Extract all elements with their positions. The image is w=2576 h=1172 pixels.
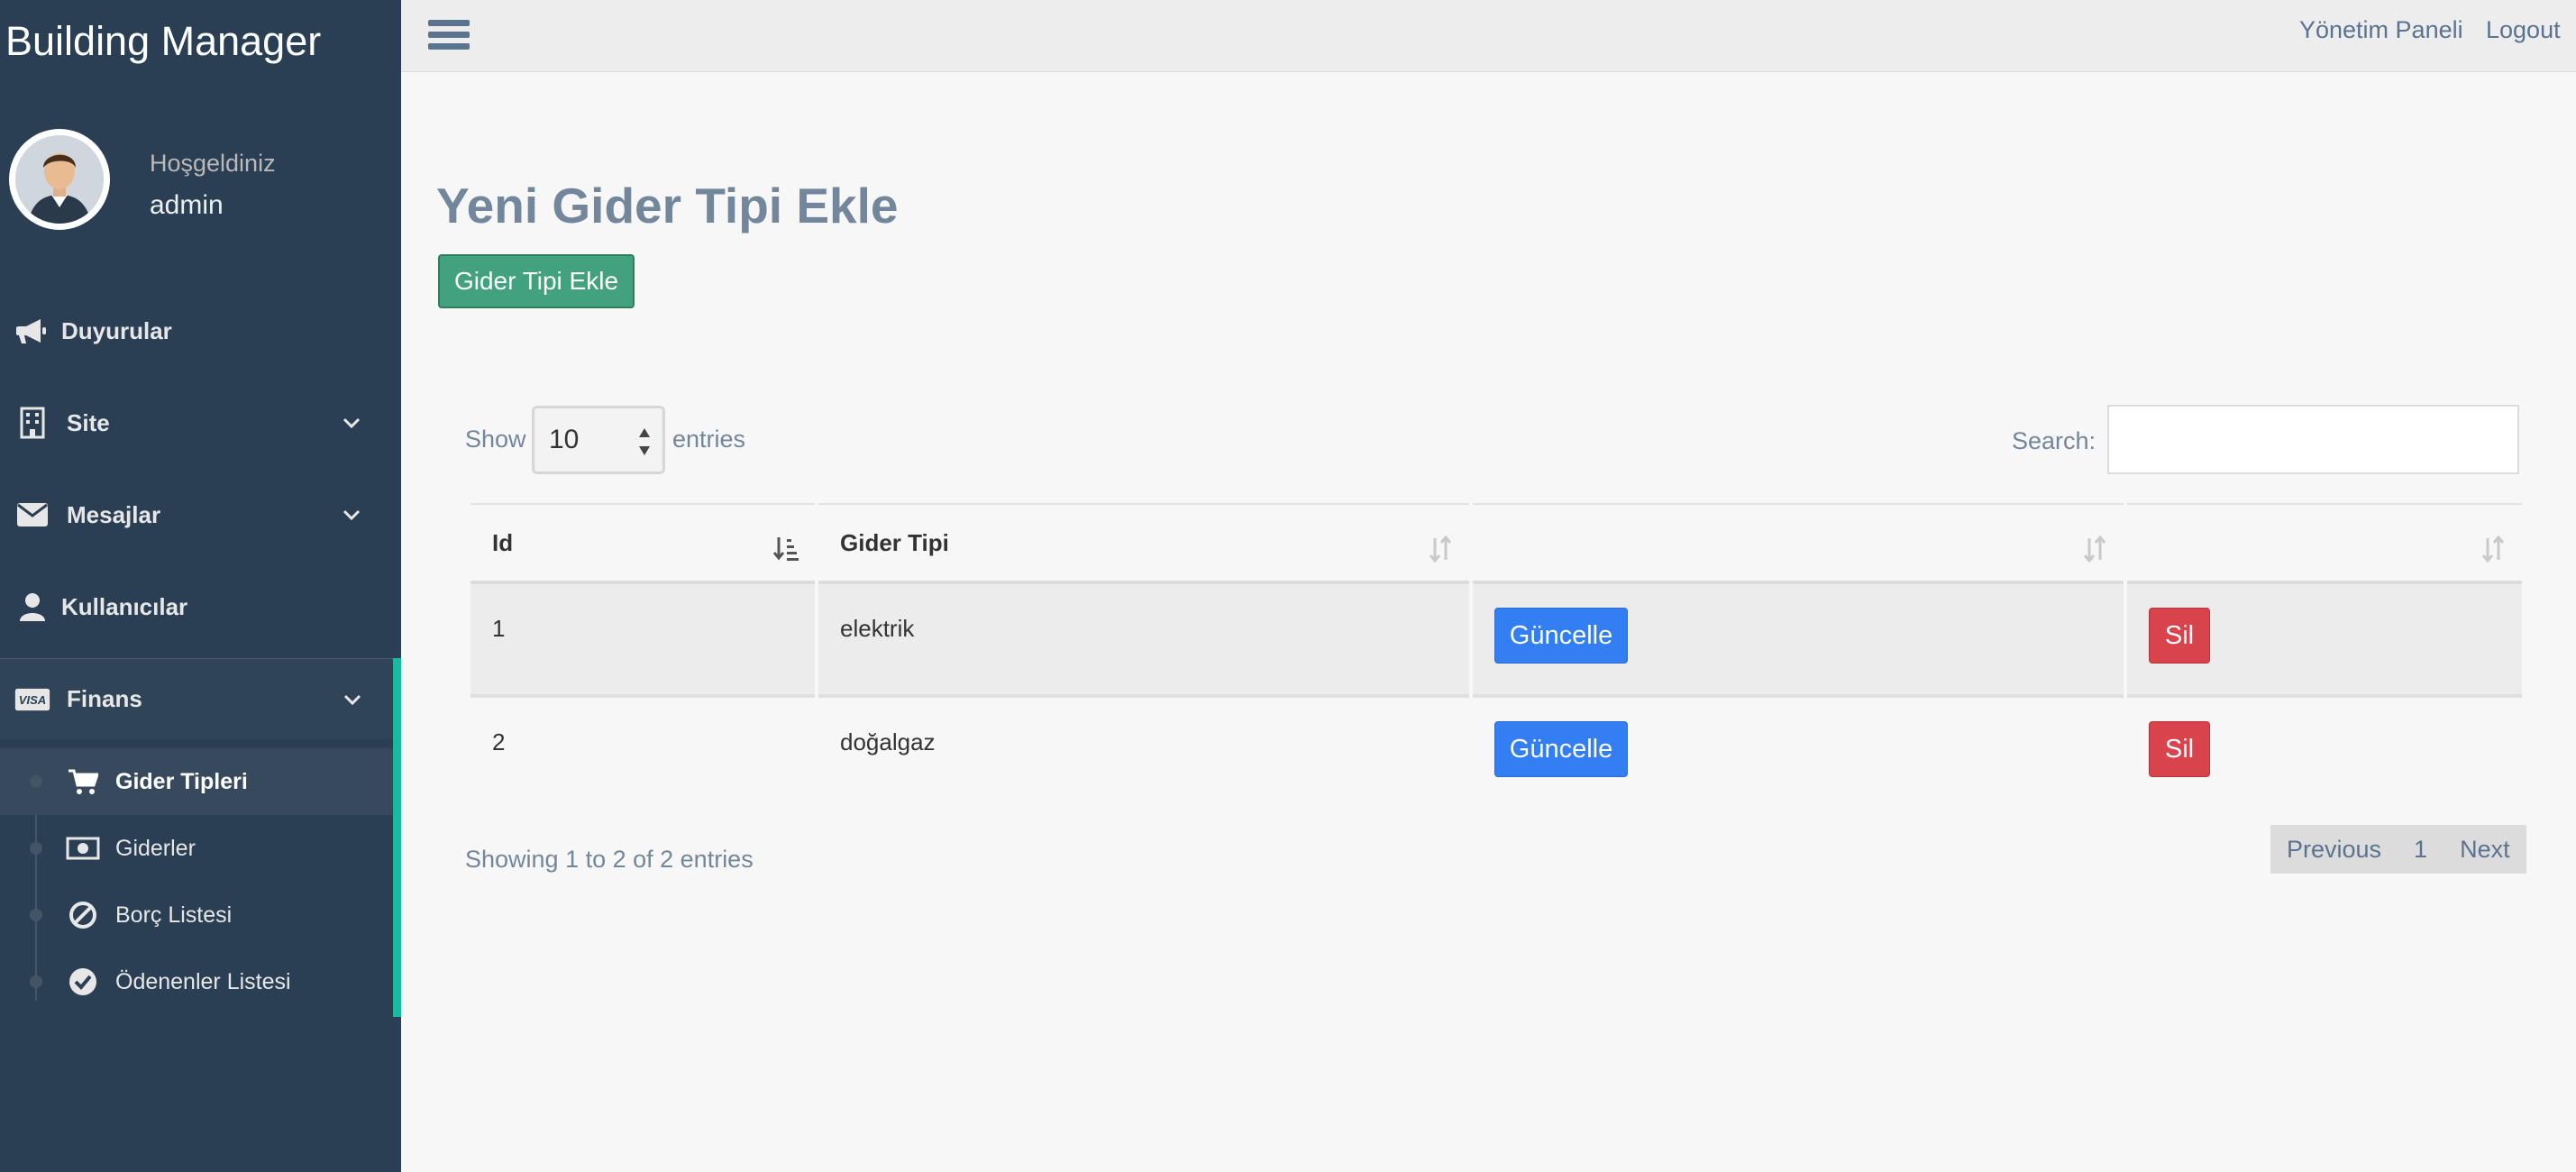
bullet-dot	[30, 775, 42, 788]
active-indicator	[393, 658, 401, 1017]
sidebar: Building Manager Hoşgeldiniz admin Duyur…	[0, 0, 401, 1172]
brand-title[interactable]: Building Manager	[5, 18, 321, 65]
bullhorn-icon	[14, 313, 50, 349]
check-circle-icon	[65, 964, 101, 1000]
sidebar-item-site[interactable]: Site	[0, 382, 401, 463]
cell-update: Güncelle	[1473, 584, 2124, 698]
cell-delete: Sil	[2127, 584, 2522, 698]
pagination-previous[interactable]: Previous	[2270, 825, 2398, 874]
sidebar-subitem-label: Borç Listesi	[115, 902, 233, 928]
cell-update: Güncelle	[1473, 698, 2124, 811]
column-header-label: Gider Tipi	[840, 528, 949, 556]
delete-button[interactable]: Sil	[2149, 608, 2210, 664]
svg-text:VISA: VISA	[19, 693, 46, 707]
page-size-value: 10	[549, 425, 580, 454]
sort-ascending-icon[interactable]	[773, 536, 799, 563]
sidebar-item-finans[interactable]: VISA Finans	[0, 658, 393, 739]
sidebar-subitem-label: Giderler	[115, 835, 196, 861]
column-header-delete[interactable]	[2127, 503, 2522, 584]
entries-label: entries	[672, 426, 746, 453]
cell-delete: Sil	[2127, 698, 2522, 811]
finans-submenu: Gider Tipleri Giderler Borç Listesi Öden…	[0, 748, 393, 1015]
column-header-update[interactable]	[1473, 503, 2124, 584]
chevron-down-icon	[338, 501, 365, 528]
sort-icon[interactable]	[1428, 536, 1453, 563]
sidebar-item-duyurular[interactable]: Duyurular	[0, 290, 401, 371]
bullet-dot	[30, 975, 42, 988]
ban-icon	[65, 897, 101, 933]
cell-id: 1	[470, 584, 815, 698]
sidebar-item-mesajlar[interactable]: Mesajlar	[0, 474, 401, 555]
envelope-icon	[14, 497, 50, 533]
welcome-text: Hoşgeldiniz	[150, 150, 276, 177]
sidebar-subitem-label: Gider Tipleri	[115, 768, 248, 794]
sidebar-subitem-borc-listesi[interactable]: Borç Listesi	[0, 882, 393, 948]
column-header-label: Id	[492, 528, 514, 556]
cell-id: 2	[470, 698, 815, 811]
table-header-row: Id Gider Tipi	[470, 503, 2522, 584]
sidebar-item-label: Finans	[67, 685, 142, 712]
select-arrows-icon	[639, 428, 650, 455]
avatar-image	[15, 135, 104, 224]
update-button[interactable]: Güncelle	[1494, 721, 1628, 777]
sidebar-item-label: Site	[67, 408, 110, 436]
cell-gider-tipi: elektrik	[818, 584, 1469, 698]
sidebar-subitem-odenenler-listesi[interactable]: Ödenenler Listesi	[0, 948, 393, 1015]
sidebar-item-label: Kullanıcılar	[61, 592, 188, 620]
add-expense-type-button[interactable]: Gider Tipi Ekle	[438, 254, 635, 308]
sort-icon[interactable]	[2082, 536, 2107, 563]
nav-link-yonetim-paneli[interactable]: Yönetim Paneli	[2299, 16, 2463, 44]
sidebar-subitem-gider-tipleri[interactable]: Gider Tipleri	[0, 748, 393, 815]
table-info: Showing 1 to 2 of 2 entries	[465, 846, 754, 873]
pagination-next[interactable]: Next	[2444, 825, 2526, 874]
top-navbar: Yönetim Paneli Logout	[401, 0, 2576, 72]
show-label: Show	[465, 426, 526, 453]
building-icon	[14, 405, 50, 441]
money-icon	[65, 830, 101, 866]
pagination: Previous 1 Next	[2270, 825, 2526, 874]
avatar	[9, 129, 110, 230]
shopping-cart-icon	[65, 764, 101, 800]
user-icon	[14, 589, 50, 625]
sidebar-subitem-label: Ödenenler Listesi	[115, 968, 291, 994]
page-size-select[interactable]: 10	[532, 406, 665, 474]
table-row: 2 doğalgaz Güncelle Sil	[470, 698, 2522, 811]
column-header-gider-tipi[interactable]: Gider Tipi	[818, 503, 1469, 584]
pagination-page[interactable]: 1	[2398, 825, 2444, 874]
chevron-down-icon	[339, 686, 366, 713]
table-row: 1 elektrik Güncelle Sil	[470, 584, 2522, 698]
sidebar-item-kullanicilar[interactable]: Kullanıcılar	[0, 566, 401, 647]
delete-button[interactable]: Sil	[2149, 721, 2210, 777]
nav-link-logout[interactable]: Logout	[2486, 16, 2561, 44]
username: admin	[150, 190, 224, 220]
sidebar-subitem-giderler[interactable]: Giderler	[0, 815, 393, 882]
visa-card-icon: VISA	[14, 682, 50, 718]
search-label: Search:	[2012, 427, 2096, 454]
bullet-dot	[30, 909, 42, 921]
update-button[interactable]: Güncelle	[1494, 608, 1628, 664]
cell-gider-tipi: doğalgaz	[818, 698, 1469, 811]
expense-types-table: Id Gider Tipi 1 elektrik Güncelle Sil 2 …	[467, 503, 2526, 811]
bullet-dot	[30, 842, 42, 855]
sidebar-item-label: Mesajlar	[67, 500, 161, 528]
column-header-id[interactable]: Id	[470, 503, 815, 584]
search-input[interactable]	[2107, 405, 2519, 474]
page-title: Yeni Gider Tipi Ekle	[436, 178, 899, 233]
menu-toggle-icon[interactable]	[428, 20, 470, 56]
chevron-down-icon	[338, 409, 365, 436]
sidebar-item-label: Duyurular	[61, 316, 172, 344]
sort-icon[interactable]	[2480, 536, 2506, 563]
